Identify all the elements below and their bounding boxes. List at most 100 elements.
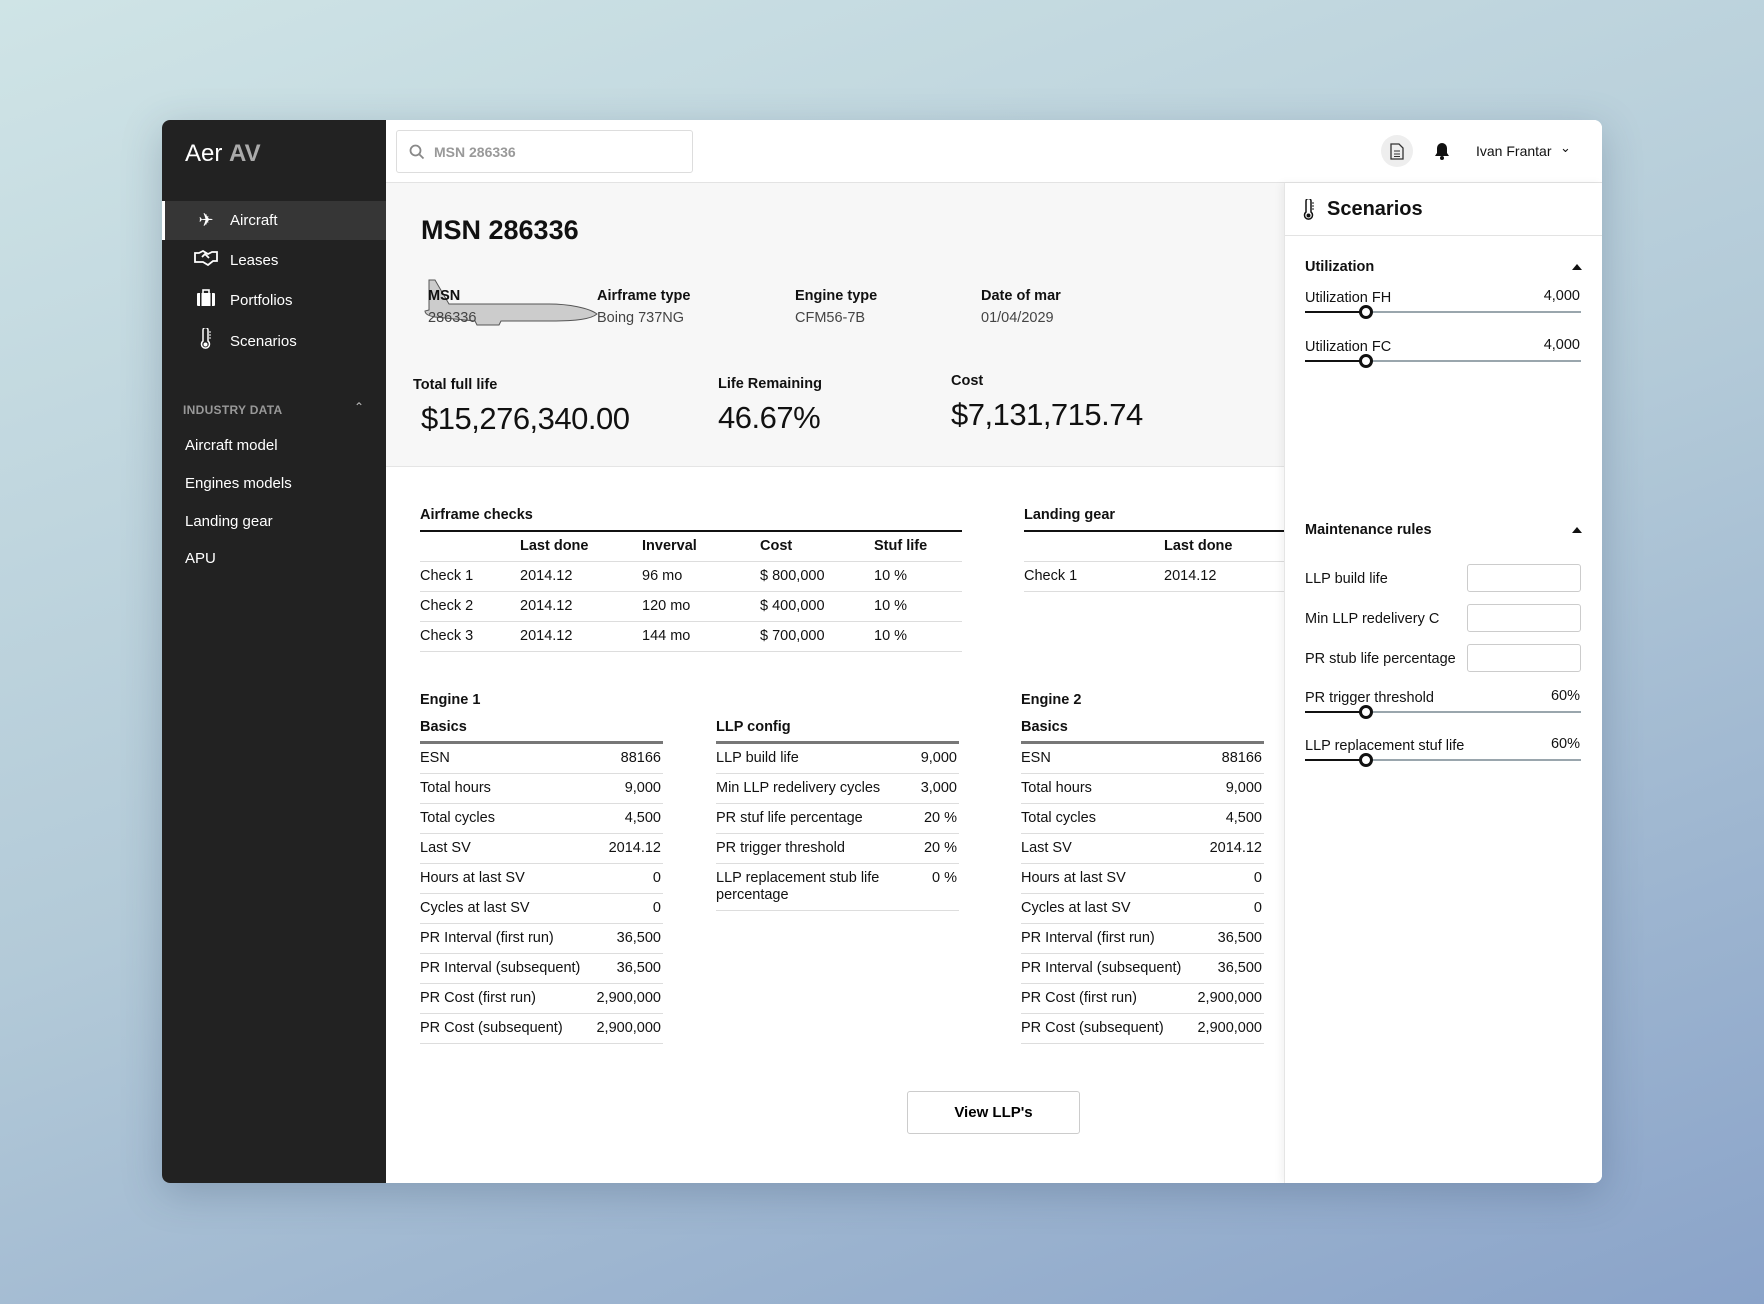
sidebar-sub-item[interactable]: APU: [185, 550, 216, 567]
kv-row: LLP replacement stub life percentage 0 %: [716, 864, 959, 911]
search-value: MSN 286336: [434, 143, 516, 160]
slider-value: 4,000: [1543, 288, 1580, 304]
table-cell: 2014.12: [520, 561, 642, 592]
table-cell: 120 mo: [642, 591, 760, 622]
view-llps-button[interactable]: View LLP's: [907, 1091, 1080, 1134]
slider[interactable]: [1305, 305, 1581, 319]
scenarios-panel: Scenarios Utilization Utilization FH 4,00…: [1284, 183, 1602, 1183]
table-row: Check 1 2014.12: [1024, 561, 1324, 592]
slider[interactable]: [1305, 354, 1581, 368]
handshake-icon: [194, 249, 218, 271]
kv-value: 20 %: [923, 840, 957, 856]
section-heading: Basics: [420, 719, 663, 744]
info-label: Date of mar: [981, 288, 1061, 304]
kv-label: PR Interval (subsequent): [1021, 960, 1182, 976]
kv-value: 88166: [1221, 750, 1262, 766]
engine2-basics: Basics ESN 88166 Total hours 9,000 Total cycl…: [1021, 719, 1264, 1044]
kv-label: Cycles at last SV: [1021, 900, 1131, 916]
sidebar-sub-item[interactable]: Engines models: [185, 475, 292, 492]
kv-value: 2,900,000: [1197, 990, 1262, 1006]
kv-label: PR Cost (first run): [1021, 990, 1138, 1006]
stat-label: Cost: [951, 373, 984, 389]
column-header: Last done: [520, 530, 642, 562]
kv-row: Cycles at last SV 0: [1021, 894, 1264, 924]
rule-input[interactable]: [1467, 644, 1581, 672]
table-cell: Check 2: [420, 591, 520, 622]
kv-label: PR stuf life percentage: [716, 810, 863, 826]
kv-row: Hours at last SV 0: [1021, 864, 1264, 894]
page-title: MSN 286336: [421, 215, 579, 245]
kv-value: 36,500: [1217, 930, 1262, 946]
slider[interactable]: [1305, 705, 1581, 719]
kv-label: PR Interval (first run): [420, 930, 554, 946]
kv-row: Last SV 2014.12: [420, 834, 663, 864]
caret-up-icon[interactable]: [1572, 264, 1582, 270]
kv-row: Total hours 9,000: [1021, 774, 1264, 804]
llp-config: LLP config LLP build life 9,000 Min LLP red…: [716, 719, 959, 911]
rule-input[interactable]: [1467, 604, 1581, 632]
sidebar-sub-item[interactable]: Aircraft model: [185, 437, 278, 454]
kv-row: ESN 88166: [420, 744, 663, 774]
kv-row: Hours at last SV 0: [420, 864, 663, 894]
kv-value: 36,500: [616, 960, 661, 976]
caret-up-icon[interactable]: [1572, 527, 1582, 533]
kv-row: PR Cost (subsequent) 2,900,000: [420, 1014, 663, 1044]
section-label: INDUSTRY DATA: [183, 403, 283, 417]
slider-fill: [1305, 711, 1366, 713]
slider-thumb[interactable]: [1358, 753, 1373, 767]
rule-input[interactable]: [1467, 564, 1581, 592]
input-label: LLP build life: [1305, 571, 1388, 587]
sidebar: Aer AV ✈ Aircraft Leases Portfolios Scena…: [162, 120, 386, 1183]
table-row: Check 3 2014.12 144 mo $ 700,000 10 %: [420, 621, 962, 652]
slider-value: 60%: [1550, 736, 1580, 752]
sidebar-item-aircraft[interactable]: ✈ Aircraft: [162, 201, 386, 240]
table-cell: Check 1: [1024, 561, 1164, 592]
sidebar-item-scenarios[interactable]: Scenarios: [162, 322, 386, 361]
section-heading: LLP config: [716, 719, 959, 744]
slider-thumb[interactable]: [1358, 705, 1373, 719]
column-header: Inverval: [642, 530, 760, 562]
column-header: [1024, 530, 1164, 562]
kv-row: Cycles at last SV 0: [420, 894, 663, 924]
document-button[interactable]: [1381, 135, 1413, 167]
sidebar-item-portfolios[interactable]: Portfolios: [162, 281, 386, 320]
kv-value: 0 %: [932, 870, 957, 886]
app-window: Aer AV ✈ Aircraft Leases Portfolios Scena…: [162, 120, 1602, 1183]
table-cell: 2014.12: [520, 621, 642, 652]
chevron-up-icon[interactable]: ⌃: [354, 400, 364, 414]
kv-row: PR Cost (subsequent) 2,900,000: [1021, 1014, 1264, 1044]
slider-label: PR trigger threshold: [1305, 690, 1434, 706]
document-icon: [1390, 142, 1404, 160]
kv-value: 2,900,000: [1197, 1020, 1262, 1036]
engine1-title: Engine 1: [420, 692, 481, 708]
kv-value: 2014.12: [1209, 840, 1262, 856]
bell-icon[interactable]: [1434, 142, 1450, 165]
slider-thumb[interactable]: [1358, 354, 1373, 368]
table-row: Check 1 2014.12 96 mo $ 800,000 10 %: [420, 561, 962, 592]
slider-value: 60%: [1550, 688, 1580, 704]
kv-value: 0: [1253, 900, 1262, 916]
search-icon: [409, 144, 425, 159]
kv-value: 2,900,000: [596, 990, 661, 1006]
kv-label: ESN: [1021, 750, 1051, 766]
kv-label: Hours at last SV: [1021, 870, 1126, 886]
stat-value: 46.67%: [718, 400, 821, 435]
kv-label: Hours at last SV: [420, 870, 525, 886]
table-header-row: Last done Inverval Cost Stuf life: [420, 530, 962, 562]
user-name[interactable]: Ivan Frantar: [1476, 143, 1551, 159]
slider[interactable]: [1305, 753, 1581, 767]
input-label: Min LLP redelivery C: [1305, 611, 1440, 627]
divider: [1285, 235, 1602, 236]
slider-value: 4,000: [1543, 337, 1580, 353]
sidebar-item-leases[interactable]: Leases: [162, 241, 386, 280]
chevron-down-icon[interactable]: ⌄: [1560, 140, 1571, 156]
table-header-row: Last done: [1024, 530, 1324, 562]
kv-label: PR Cost (subsequent): [1021, 1020, 1164, 1036]
search-input[interactable]: MSN 286336: [396, 130, 693, 173]
kv-row: PR trigger threshold 20 %: [716, 834, 959, 864]
slider-thumb[interactable]: [1358, 305, 1373, 319]
kv-label: LLP replacement stub life percentage: [716, 870, 880, 903]
sidebar-item-label: Scenarios: [230, 333, 297, 350]
sidebar-sub-item[interactable]: Landing gear: [185, 513, 273, 530]
kv-value: 0: [1253, 870, 1262, 886]
